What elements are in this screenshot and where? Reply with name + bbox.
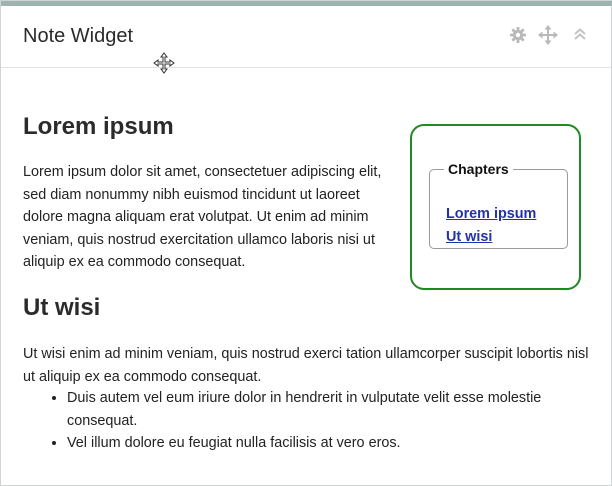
move-cursor-icon (153, 52, 175, 74)
chapters-legend: Chapters (448, 161, 509, 177)
widget-header: Note Widget (1, 6, 611, 74)
move-icon[interactable] (538, 25, 558, 45)
section-heading-lorem: Lorem ipsum (23, 113, 174, 140)
section-paragraph-lorem: Lorem ipsum dolor sit amet, consectetuer… (23, 164, 382, 270)
section-heading-ut-wisi: Ut wisi (23, 294, 101, 321)
bullet-list: Duis autem vel eum iriure dolor in hendr… (45, 387, 612, 455)
list-item: Vel illum dolore eu feugiat nulla facili… (67, 432, 612, 455)
chapter-link-lorem-ipsum[interactable]: Lorem ipsum (446, 203, 536, 226)
collapse-icon[interactable] (570, 25, 590, 45)
chapters-panel: Chapters Lorem ipsum Ut wisi (410, 124, 581, 290)
widget-title: Note Widget (23, 25, 134, 47)
chapters-fieldset: Chapters Lorem ipsum Ut wisi (429, 161, 568, 249)
note-widget: Note Widget Lorem ipsum Lorem ipsum dolo… (0, 0, 612, 486)
list-item: Duis autem vel eum iriure dolor in hendr… (67, 387, 612, 432)
section-paragraph-ut-wisi: Ut wisi enim ad minim veniam, quis nostr… (23, 346, 589, 385)
chapter-link-ut-wisi[interactable]: Ut wisi (446, 226, 536, 249)
gear-icon[interactable] (508, 25, 528, 45)
